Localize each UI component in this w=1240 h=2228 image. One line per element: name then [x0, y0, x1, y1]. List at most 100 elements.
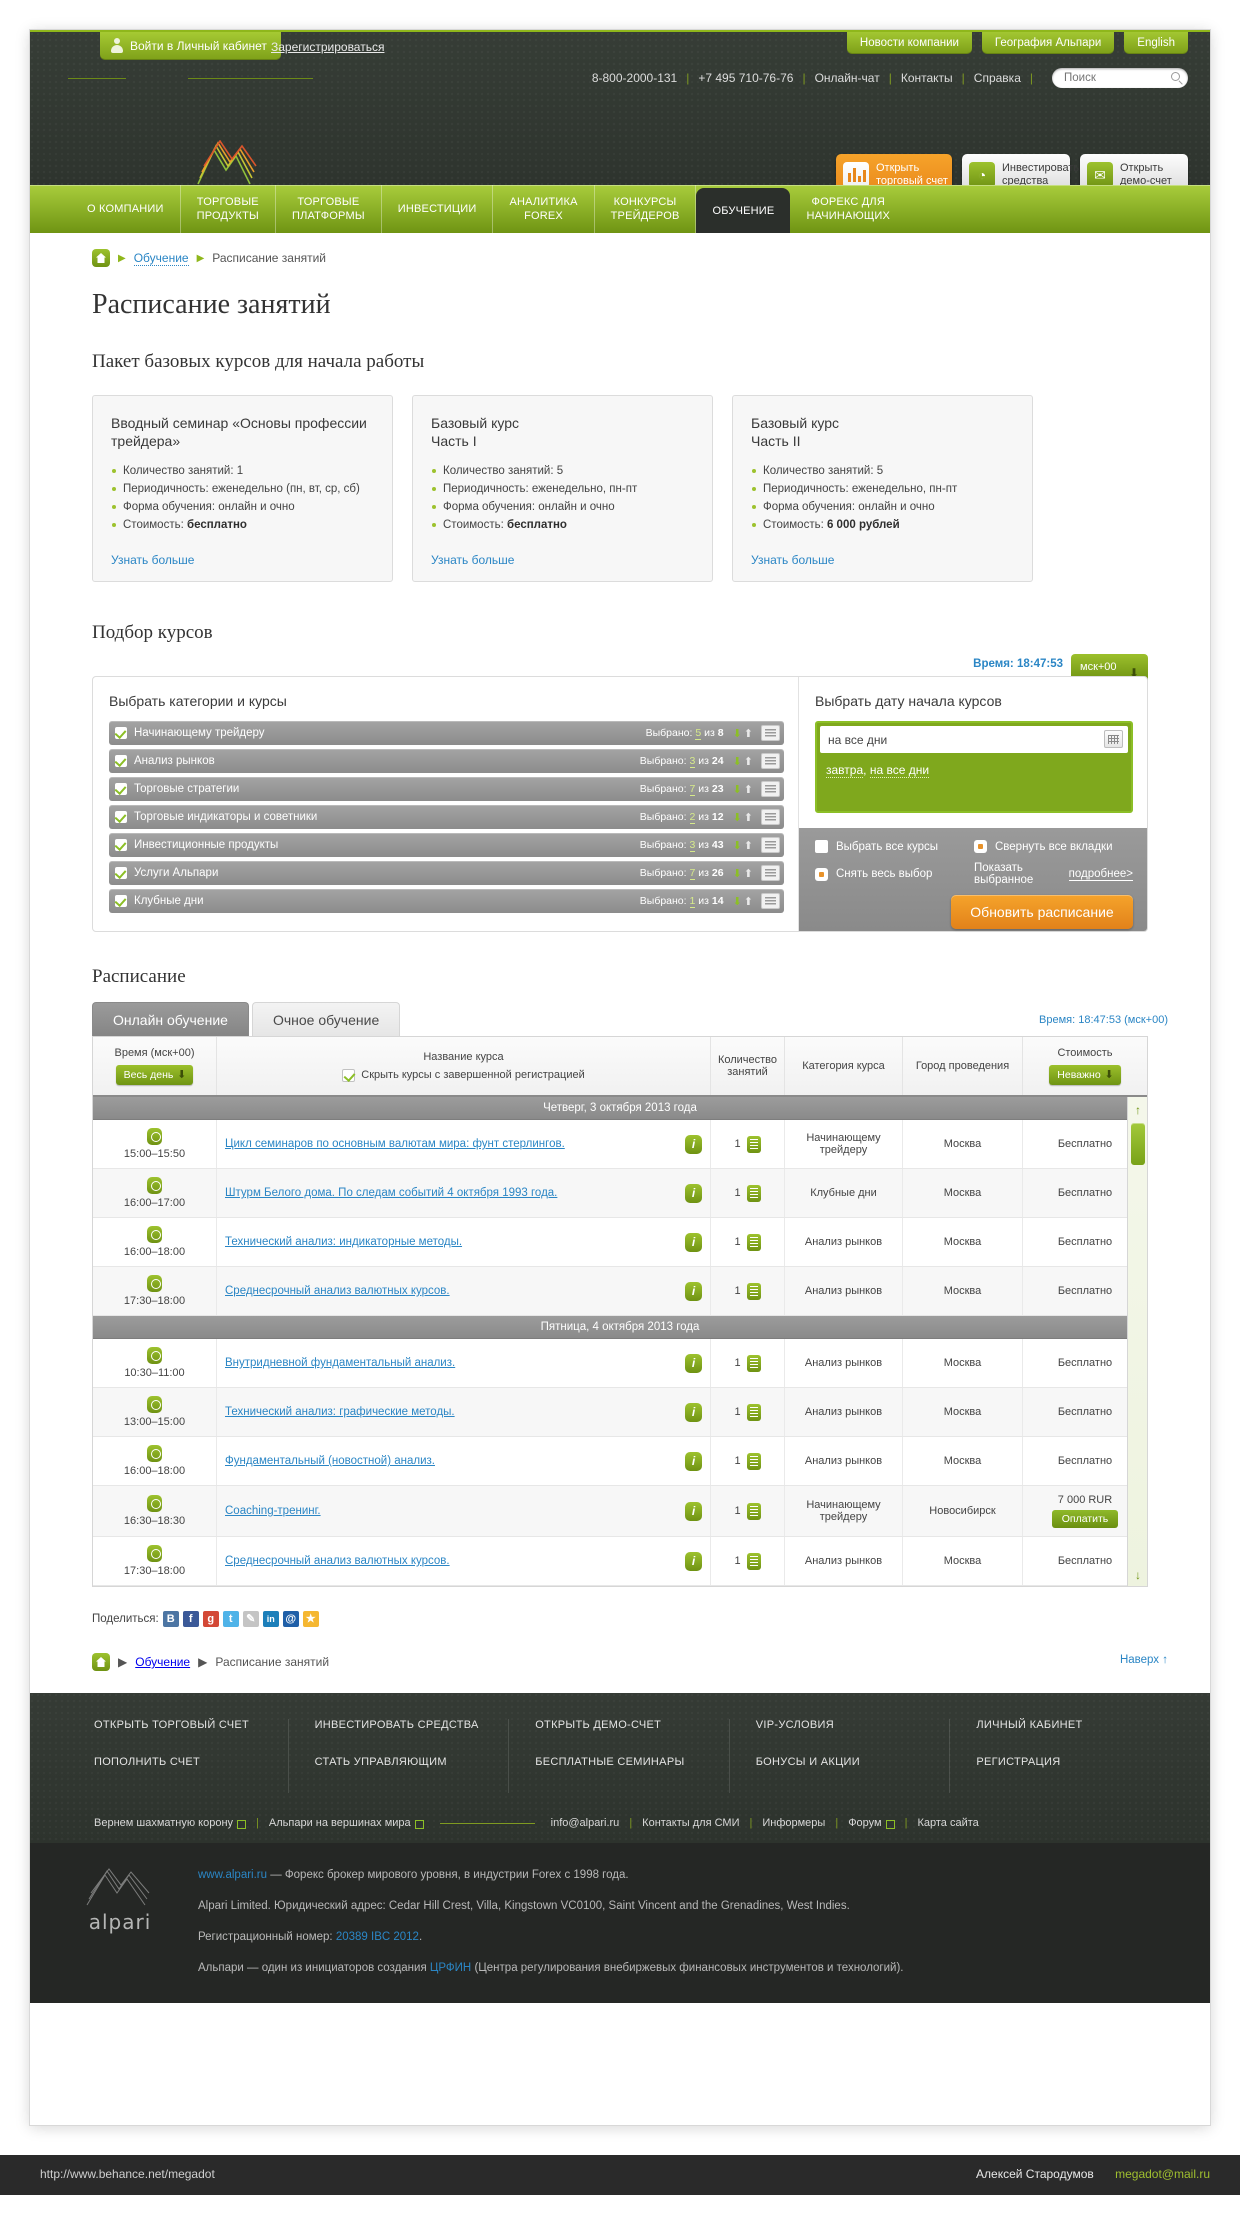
checkbox-icon[interactable]	[115, 895, 127, 907]
footer-link-deposit[interactable]: ПОПОЛНИТЬ СЧЕТ	[94, 1756, 288, 1768]
learn-more-link[interactable]: Узнать больше	[431, 553, 514, 567]
twitter-icon[interactable]: t	[222, 1611, 239, 1627]
arrow-down-icon[interactable]: ⬇	[733, 867, 742, 880]
date-input[interactable]: на все дни	[820, 726, 1128, 753]
crfin-link[interactable]: ЦРФИН	[430, 1962, 471, 1974]
table-row[interactable]: 10:30–11:00 Внутридневной фундаментальны…	[93, 1339, 1147, 1388]
nav-item-analytics[interactable]: АНАЛИТИКА FOREX	[493, 185, 595, 233]
document-icon[interactable]	[746, 1354, 761, 1372]
breadcrumb-link-education[interactable]: Обучение	[133, 251, 189, 266]
radio-icon[interactable]	[974, 840, 987, 853]
footer-link-free-seminars[interactable]: БЕСПЛАТНЫЕ СЕМИНАРЫ	[535, 1756, 729, 1768]
learn-more-link[interactable]: Узнать больше	[111, 553, 194, 567]
mailru-icon[interactable]: @	[282, 1611, 299, 1627]
clear-all-option[interactable]: Снять весь выбор	[815, 867, 974, 881]
search-box[interactable]	[1052, 68, 1188, 88]
arrow-up-icon[interactable]: ⬆	[744, 783, 753, 796]
document-icon[interactable]	[746, 1502, 761, 1520]
show-more-link[interactable]: подробнее>	[1068, 868, 1133, 881]
tab-online-education[interactable]: Онлайн обучение	[92, 1002, 249, 1036]
collapse-all-option[interactable]: Свернуть все вкладки	[974, 840, 1133, 853]
category-row[interactable]: Начинающему трейдеру Выбрано: 5 из 8 ⬇ ⬆	[109, 721, 784, 745]
footer-sitemap-link[interactable]: Карта сайта	[917, 1817, 978, 1829]
arrow-up-icon[interactable]: ⬆	[744, 895, 753, 908]
contacts-link[interactable]: Контакты	[901, 71, 953, 85]
footer-informers-link[interactable]: Информеры	[762, 1817, 825, 1829]
nav-item-trading-platforms[interactable]: ТОРГОВЫЕ ПЛАТФОРМЫ	[276, 185, 382, 233]
google-plus-icon[interactable]: g	[202, 1611, 219, 1627]
footer-press-link[interactable]: Контакты для СМИ	[642, 1817, 739, 1829]
hide-completed-checkbox[interactable]: Скрыть курсы с завершенной регистрацией	[342, 1068, 585, 1082]
arrow-up-icon[interactable]: ⬆	[744, 727, 753, 740]
arrow-up-icon[interactable]: ⬆	[744, 811, 753, 824]
document-icon[interactable]	[746, 1233, 761, 1251]
table-scrollbar[interactable]: ↑ ↓	[1127, 1097, 1147, 1586]
footer-link-open-account[interactable]: ОТКРЫТЬ ТОРГОВЫЙ СЧЕТ	[94, 1719, 288, 1731]
arrow-up-icon[interactable]: ⬆	[744, 755, 753, 768]
time-filter-button[interactable]: Весь день ⬇	[115, 1065, 194, 1085]
info-icon[interactable]: i	[685, 1501, 702, 1521]
table-row[interactable]: 16:00–17:00 Штурм Белого дома. По следам…	[93, 1169, 1147, 1218]
info-icon[interactable]: i	[685, 1232, 702, 1252]
course-link[interactable]: Среднесрочный анализ валютных курсов.	[225, 1553, 458, 1569]
footer-link-invest[interactable]: ИНВЕСТИРОВАТЬ СРЕДСТВА	[315, 1719, 509, 1731]
news-button[interactable]: Новости компании	[846, 32, 972, 54]
nav-item-education[interactable]: ОБУЧЕНИЕ	[696, 188, 791, 233]
table-row[interactable]: 13:00–15:00 Технический анализ: графичес…	[93, 1388, 1147, 1437]
livejournal-icon[interactable]: ✎	[242, 1611, 259, 1627]
footer-peaks-link[interactable]: Альпари на вершинах мира	[269, 1817, 411, 1829]
date-picker[interactable]: на все дни завтра, на все дни	[815, 721, 1133, 813]
date-hint-all-days[interactable]: на все дни	[869, 763, 930, 778]
nav-item-investments[interactable]: ИНВЕСТИЦИИ	[382, 185, 494, 233]
nav-item-about[interactable]: О КОМПАНИИ	[70, 185, 181, 233]
footer-link-demo[interactable]: ОТКРЫТЬ ДЕМО-СЧЕТ	[535, 1719, 729, 1731]
nav-item-contests[interactable]: КОНКУРСЫ ТРЕЙДЕРОВ	[595, 185, 697, 233]
table-row[interactable]: 17:30–18:00 Среднесрочный анализ валютны…	[93, 1267, 1147, 1316]
learn-more-link[interactable]: Узнать больше	[751, 553, 834, 567]
facebook-icon[interactable]: f	[182, 1611, 199, 1627]
radio-icon[interactable]	[815, 867, 828, 881]
footer-link-vip[interactable]: VIP-УСЛОВИЯ	[756, 1719, 950, 1731]
checkbox-icon[interactable]	[115, 867, 127, 879]
course-link[interactable]: Coaching-тренинг.	[225, 1503, 329, 1519]
language-button[interactable]: English	[1124, 32, 1188, 54]
registration-number-link[interactable]: 20389 IBC 2012	[336, 1931, 419, 1943]
table-row[interactable]: 16:00–18:00 Технический анализ: индикато…	[93, 1218, 1147, 1267]
checkbox-icon[interactable]	[115, 783, 127, 795]
arrow-down-icon[interactable]: ⬇	[733, 895, 742, 908]
arrow-up-icon[interactable]: ⬆	[744, 867, 753, 880]
course-link[interactable]: Внутридневной фундаментальный анализ.	[225, 1355, 463, 1371]
linkedin-icon[interactable]: in	[262, 1611, 279, 1627]
select-all-option[interactable]: Выбрать все курсы	[815, 840, 974, 853]
list-view-icon[interactable]	[761, 893, 780, 909]
category-row[interactable]: Клубные дни Выбрано: 1 из 14 ⬇ ⬆	[109, 889, 784, 913]
document-icon[interactable]	[746, 1282, 761, 1300]
course-link[interactable]: Среднесрочный анализ валютных курсов.	[225, 1283, 458, 1299]
date-hint-tomorrow[interactable]: завтра	[826, 763, 864, 778]
category-row[interactable]: Торговые индикаторы и советники Выбрано:…	[109, 805, 784, 829]
course-link[interactable]: Цикл семинаров по основным валютам мира:…	[225, 1136, 573, 1152]
scroll-down-icon[interactable]: ↓	[1132, 1568, 1144, 1582]
arrow-down-icon[interactable]: ⬇	[733, 727, 742, 740]
scroll-to-top-link[interactable]: Наверх ↑	[1120, 1654, 1168, 1666]
info-icon[interactable]: i	[685, 1183, 702, 1203]
search-input[interactable]	[1052, 68, 1156, 88]
table-row[interactable]: 15:00–15:50 Цикл семинаров по основным в…	[93, 1120, 1147, 1169]
register-link[interactable]: Зарегистрироваться	[271, 32, 384, 62]
checkbox-icon[interactable]	[815, 840, 828, 853]
home-icon[interactable]	[92, 249, 110, 267]
checkbox-icon[interactable]	[115, 755, 127, 767]
category-row[interactable]: Анализ рынков Выбрано: 3 из 24 ⬇ ⬆	[109, 749, 784, 773]
table-row[interactable]: 16:30–18:30 Coaching-тренинг. i 1 Начина…	[93, 1486, 1147, 1537]
update-schedule-button[interactable]: Обновить расписание	[951, 895, 1133, 929]
info-icon[interactable]: i	[685, 1353, 702, 1373]
footer-link-bonuses[interactable]: БОНУСЫ И АКЦИИ	[756, 1756, 950, 1768]
scrollbar-thumb[interactable]	[1131, 1123, 1145, 1165]
footer-link-become-manager[interactable]: СТАТЬ УПРАВЛЯЮЩИМ	[315, 1756, 509, 1768]
arrow-down-icon[interactable]: ⬇	[733, 783, 742, 796]
document-icon[interactable]	[746, 1135, 761, 1153]
help-link[interactable]: Справка	[974, 71, 1021, 85]
footer-link-personal-cabinet[interactable]: ЛИЧНЫЙ КАБИНЕТ	[976, 1719, 1170, 1731]
arrow-up-icon[interactable]: ⬆	[744, 839, 753, 852]
course-link[interactable]: Технический анализ: графические методы.	[225, 1404, 463, 1420]
